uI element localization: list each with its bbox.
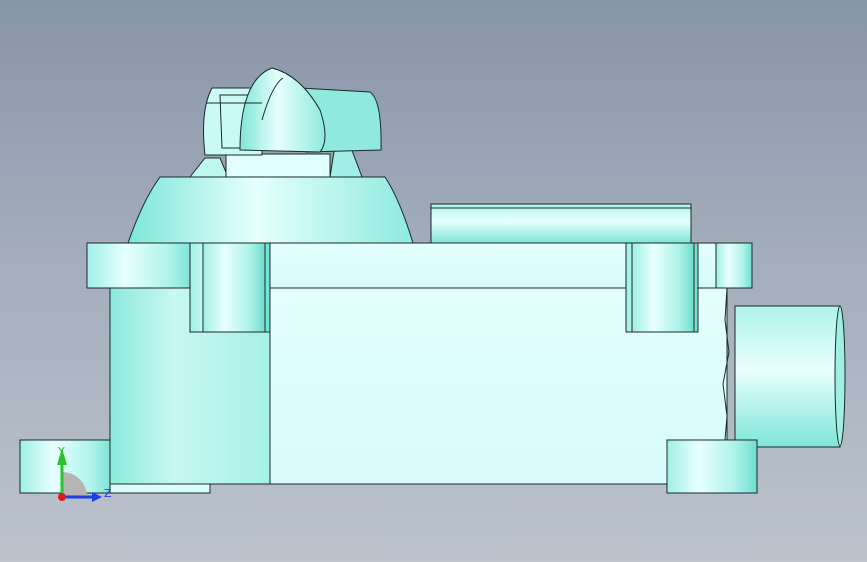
y-axis-label: Y <box>57 445 65 458</box>
mounting-tab-right <box>666 439 758 494</box>
side-port <box>734 305 846 448</box>
cone-cap <box>127 176 414 244</box>
round-lid <box>430 203 692 244</box>
z-axis-label: Z <box>104 487 112 500</box>
model-canvas[interactable]: Y Z <box>0 0 867 562</box>
boss-left <box>189 242 271 333</box>
cad-viewport[interactable]: Y Z <box>0 0 867 562</box>
x-axis-dot <box>58 493 66 501</box>
valve-knob[interactable] <box>188 67 382 178</box>
